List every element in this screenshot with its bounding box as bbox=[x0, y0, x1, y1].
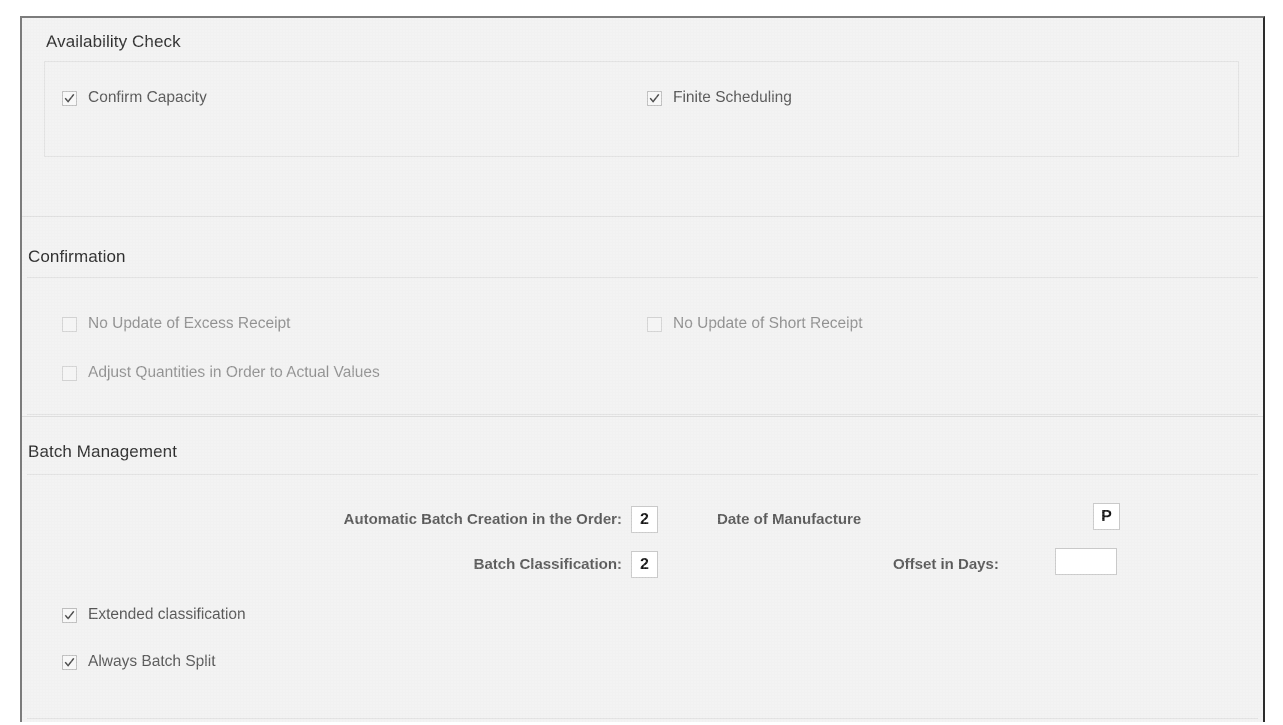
checkbox-row-finite-scheduling[interactable]: Finite Scheduling bbox=[647, 90, 792, 106]
adjust-quantities-label: Adjust Quantities in Order to Actual Val… bbox=[88, 364, 380, 381]
automatic-batch-creation-label: Automatic Batch Creation in the Order: bbox=[343, 510, 622, 528]
batch-management-panel: Automatic Batch Creation in the Order: 2… bbox=[27, 474, 1258, 719]
checkbox-row-no-update-excess-receipt[interactable]: No Update of Excess Receipt bbox=[62, 316, 290, 332]
finite-scheduling-label: Finite Scheduling bbox=[673, 89, 792, 106]
settings-window: Availability Check Confirm Capacity Fini… bbox=[20, 16, 1265, 722]
extended-classification-checkbox[interactable] bbox=[62, 607, 77, 623]
date-of-manufacture-label: Date of Manufacture bbox=[717, 511, 862, 528]
checkbox-row-no-update-short-receipt[interactable]: No Update of Short Receipt bbox=[647, 316, 863, 332]
no-update-excess-receipt-label: No Update of Excess Receipt bbox=[88, 315, 291, 332]
confirm-capacity-checkbox[interactable] bbox=[62, 90, 77, 106]
finite-scheduling-checkbox[interactable] bbox=[647, 90, 662, 106]
extended-classification-label: Extended classification bbox=[88, 606, 246, 623]
checkbox-row-confirm-capacity[interactable]: Confirm Capacity bbox=[62, 90, 207, 106]
checkbox-row-adjust-quantities[interactable]: Adjust Quantities in Order to Actual Val… bbox=[62, 365, 380, 381]
section-availability-check: Availability Check Confirm Capacity Fini… bbox=[22, 18, 1263, 217]
offset-in-days-input[interactable] bbox=[1055, 548, 1117, 575]
batch-classification-label: Batch Classification: bbox=[473, 555, 622, 573]
checkbox-row-extended-classification[interactable]: Extended classification bbox=[62, 607, 246, 623]
screenshot-root: Availability Check Confirm Capacity Fini… bbox=[0, 0, 1283, 725]
section-title-confirmation: Confirmation bbox=[28, 247, 126, 266]
no-update-short-receipt-label: No Update of Short Receipt bbox=[673, 315, 863, 332]
confirm-capacity-label: Confirm Capacity bbox=[88, 89, 207, 106]
checkbox-row-always-batch-split[interactable]: Always Batch Split bbox=[62, 654, 216, 670]
availability-check-panel: Confirm Capacity Finite Scheduling bbox=[44, 61, 1239, 157]
field-row-automatic-batch-creation: Automatic Batch Creation in the Order: 2 bbox=[222, 506, 658, 533]
section-batch-management: Batch Management Automatic Batch Creatio… bbox=[22, 417, 1263, 722]
date-of-manufacture-input[interactable]: P bbox=[1093, 503, 1120, 530]
adjust-quantities-checkbox[interactable] bbox=[62, 365, 77, 381]
always-batch-split-label: Always Batch Split bbox=[88, 653, 216, 670]
automatic-batch-creation-input[interactable]: 2 bbox=[631, 506, 658, 533]
no-update-short-receipt-checkbox[interactable] bbox=[647, 316, 662, 332]
section-title-batch-management: Batch Management bbox=[28, 442, 178, 461]
section-title-availability-check: Availability Check bbox=[46, 32, 181, 51]
offset-in-days-label: Offset in Days: bbox=[893, 556, 999, 573]
field-row-batch-classification: Batch Classification: 2 bbox=[222, 551, 658, 578]
section-confirmation: Confirmation No Update of Excess Receipt… bbox=[22, 217, 1263, 417]
no-update-excess-receipt-checkbox[interactable] bbox=[62, 316, 77, 332]
confirmation-panel: No Update of Excess Receipt No Update of… bbox=[27, 277, 1258, 415]
batch-classification-input[interactable]: 2 bbox=[631, 551, 658, 578]
always-batch-split-checkbox[interactable] bbox=[62, 654, 77, 670]
